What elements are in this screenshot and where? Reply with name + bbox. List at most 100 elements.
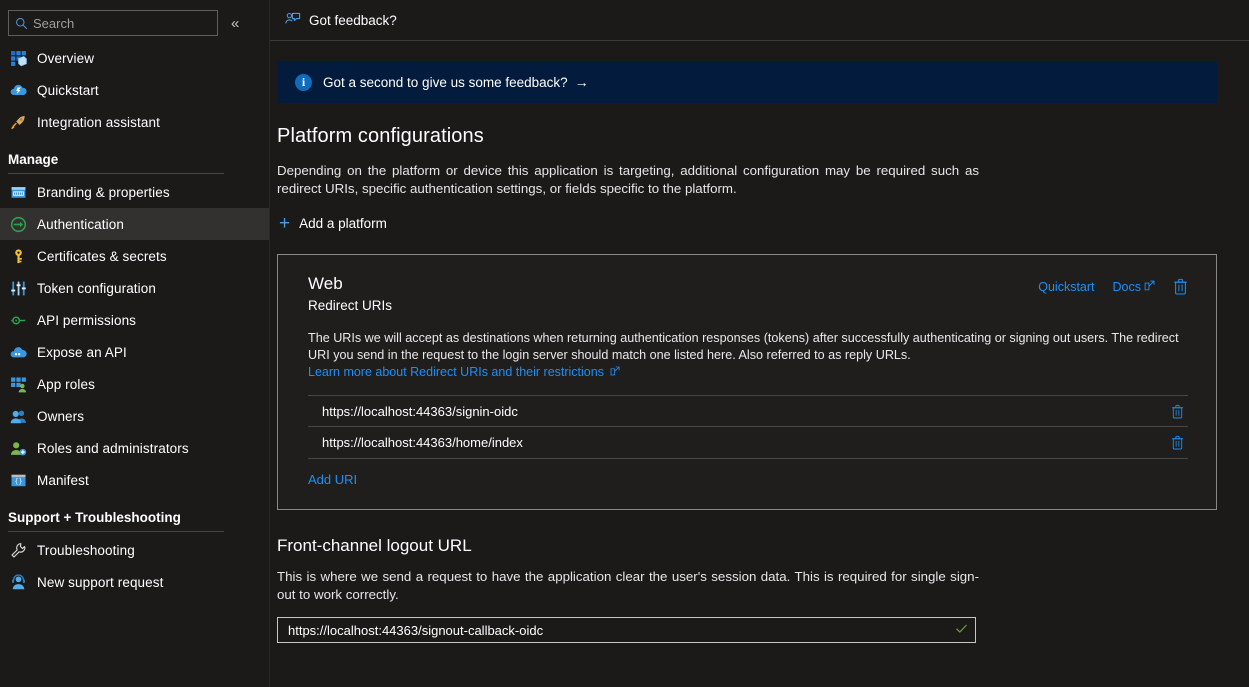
sidebar-group-title: Support + Troubleshooting	[8, 510, 181, 525]
got-feedback-button[interactable]: Got feedback?	[277, 5, 405, 35]
web-card-title: Web	[308, 274, 343, 293]
redirect-uris-description: The URIs we will accept as destinations …	[308, 330, 1188, 381]
delete-web-platform-button[interactable]	[1173, 278, 1188, 295]
sidebar-search-row: «	[0, 0, 269, 36]
redirect-uri-value[interactable]: https://localhost:44363/signin-oidc	[322, 404, 518, 419]
sidebar-item-label: Owners	[37, 408, 85, 424]
web-card-subtitle: Redirect URIs	[308, 298, 393, 313]
azure-portal-blade: « Overview	[0, 0, 1249, 687]
front-channel-logout-description: This is where we send a request to have …	[277, 569, 979, 602]
owners-icon	[8, 407, 28, 425]
external-link-icon	[1144, 280, 1155, 294]
support-agent-icon	[8, 573, 28, 591]
sidebar-item-integration-assistant[interactable]: Integration assistant	[0, 106, 269, 138]
docs-link[interactable]: Docs	[1113, 280, 1155, 294]
sidebar-item-certificates-secrets[interactable]: Certificates & secrets	[0, 240, 269, 272]
branding-icon	[8, 183, 28, 201]
sidebar-item-quickstart[interactable]: Quickstart	[0, 74, 269, 106]
redirect-uris-description-text: The URIs we will accept as destinations …	[308, 331, 1179, 362]
web-card-titles: Web Redirect URIs	[308, 273, 392, 313]
blade-main-content: Got feedback? i Got a second to give us …	[270, 0, 1249, 687]
authentication-icon	[8, 215, 28, 233]
redirect-uri-row[interactable]: https://localhost:44363/home/index	[308, 427, 1188, 459]
front-channel-logout-title: Front-channel logout URL	[277, 536, 472, 555]
svg-text:{}: {}	[14, 477, 22, 485]
sidebar-item-label: Certificates & secrets	[37, 248, 167, 264]
add-platform-label: Add a platform	[299, 216, 387, 231]
wrench-icon	[8, 541, 28, 559]
sidebar-item-roles-and-administrators[interactable]: Roles and administrators	[0, 432, 269, 464]
sidebar-item-owners[interactable]: Owners	[0, 400, 269, 432]
expose-api-icon	[8, 343, 28, 361]
key-icon	[8, 247, 28, 265]
quickstart-link[interactable]: Quickstart	[1038, 280, 1094, 294]
sidebar-item-authentication[interactable]: Authentication	[0, 208, 269, 240]
front-channel-logout-input[interactable]	[286, 621, 949, 639]
sidebar-item-label: Troubleshooting	[37, 542, 135, 558]
info-icon: i	[295, 73, 312, 91]
arrow-right-icon: →	[574, 74, 589, 90]
sidebar-item-api-permissions[interactable]: API permissions	[0, 304, 269, 336]
sidebar-item-label: API permissions	[37, 312, 137, 328]
sidebar-item-expose-an-api[interactable]: Expose an API	[0, 336, 269, 368]
search-icon	[15, 17, 28, 30]
sidebar-item-new-support-request[interactable]: New support request	[0, 566, 269, 598]
sidebar-group-title: Manage	[8, 152, 59, 167]
web-card-actions: Quickstart Docs	[1038, 278, 1188, 295]
manifest-icon: {}	[8, 471, 28, 489]
learn-more-label: Learn more about Redirect URIs and their…	[308, 365, 604, 379]
docs-label: Docs	[1112, 279, 1141, 294]
collapse-sidebar-button[interactable]: «	[228, 14, 242, 33]
learn-more-redirect-uris-link[interactable]: Learn more about Redirect URIs and their…	[308, 364, 620, 381]
feedback-person-icon	[285, 12, 301, 28]
sidebar-nav: Overview Quickstart Integration assistan…	[0, 42, 269, 598]
sidebar-group-support: Support + Troubleshooting	[0, 496, 269, 534]
external-link-icon	[607, 364, 620, 381]
got-feedback-label: Got feedback?	[309, 12, 397, 28]
content-scroll-area: i Got a second to give us some feedback?…	[270, 61, 1249, 643]
feedback-info-banner[interactable]: i Got a second to give us some feedback?…	[277, 61, 1217, 103]
check-icon	[955, 622, 968, 638]
front-channel-logout-field[interactable]	[277, 617, 976, 643]
page-title: Platform configurations	[277, 125, 484, 147]
platform-description: Depending on the platform or device this…	[277, 163, 979, 196]
integration-assistant-icon	[8, 113, 28, 131]
sidebar-item-label: Token configuration	[37, 280, 156, 296]
token-configuration-icon	[8, 279, 28, 297]
overview-icon	[8, 49, 28, 67]
sidebar-item-token-configuration[interactable]: Token configuration	[0, 272, 269, 304]
sidebar-group-manage: Manage	[0, 138, 269, 176]
quickstart-icon	[8, 81, 28, 99]
plus-icon: +	[279, 213, 291, 234]
sidebar-item-label: Quickstart	[37, 82, 99, 98]
sidebar-item-overview[interactable]: Overview	[0, 42, 269, 74]
search-input[interactable]	[33, 15, 193, 31]
divider	[8, 173, 224, 174]
app-roles-icon	[8, 375, 28, 393]
sidebar-item-app-roles[interactable]: App roles	[0, 368, 269, 400]
divider	[8, 531, 224, 532]
sidebar-item-label: Branding & properties	[37, 184, 170, 200]
api-permissions-icon	[8, 311, 28, 329]
sidebar-item-label: Integration assistant	[37, 114, 160, 130]
banner-text: Got a second to give us some feedback?	[323, 74, 568, 90]
web-card-header: Web Redirect URIs Quickstart Docs	[308, 273, 1188, 313]
add-a-platform-button[interactable]: + Add a platform	[277, 211, 393, 236]
sidebar-item-branding-properties[interactable]: Branding & properties	[0, 176, 269, 208]
sidebar-item-label: Manifest	[37, 472, 89, 488]
sidebar-item-label: Roles and administrators	[37, 440, 189, 456]
redirect-uri-value[interactable]: https://localhost:44363/home/index	[322, 435, 523, 450]
command-bar: Got feedback?	[270, 0, 1249, 41]
sidebar-item-label: Authentication	[37, 216, 124, 232]
search-box[interactable]	[8, 10, 218, 36]
sidebar-item-manifest[interactable]: {} Manifest	[0, 464, 269, 496]
sidebar-item-troubleshooting[interactable]: Troubleshooting	[0, 534, 269, 566]
delete-redirect-uri-button[interactable]	[1171, 435, 1184, 450]
sidebar-item-label: Overview	[37, 50, 95, 66]
left-navigation-sidebar: « Overview	[0, 0, 270, 687]
redirect-uri-row[interactable]: https://localhost:44363/signin-oidc	[308, 395, 1188, 427]
sidebar-item-label: New support request	[37, 574, 164, 590]
delete-redirect-uri-button[interactable]	[1171, 404, 1184, 419]
sidebar-item-label: App roles	[37, 376, 95, 392]
add-uri-link[interactable]: Add URI	[308, 472, 357, 487]
